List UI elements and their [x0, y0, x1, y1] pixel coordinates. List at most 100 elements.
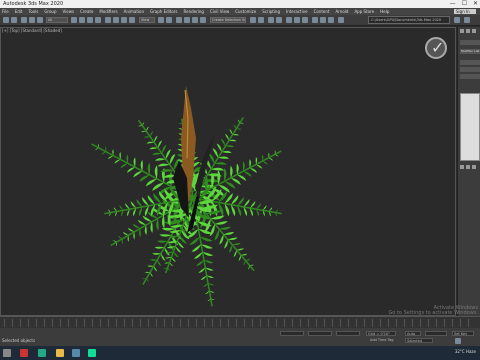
schematic-view-icon[interactable]: [294, 17, 300, 23]
percent-snap-icon[interactable]: [192, 17, 198, 23]
start-icon[interactable]: [3, 349, 11, 357]
command-row-3[interactable]: [460, 67, 480, 72]
modifier-stack[interactable]: [460, 93, 480, 161]
timeline[interactable]: [0, 316, 480, 328]
material-editor-icon[interactable]: [302, 17, 308, 23]
photos-taskbar-icon[interactable]: [72, 349, 80, 357]
menu-civil-view[interactable]: Civil View: [210, 8, 229, 15]
menu-file[interactable]: File: [2, 8, 9, 15]
workspace-icon[interactable]: [454, 17, 460, 23]
create-tab-icon[interactable]: [460, 29, 464, 33]
timeline-tick: [76, 319, 77, 327]
frond-leaflet: [205, 290, 210, 295]
pivot-icon[interactable]: [158, 17, 164, 23]
menu-arnold[interactable]: Arnold: [335, 8, 348, 15]
menu-group[interactable]: Group: [44, 8, 56, 15]
options-icon[interactable]: [464, 17, 470, 23]
scene-explorer-icon[interactable]: [276, 17, 282, 23]
link-icon[interactable]: [21, 17, 27, 23]
modify-tab-icon[interactable]: [466, 29, 470, 33]
select-icon[interactable]: [71, 17, 77, 23]
bind-icon[interactable]: [37, 17, 43, 23]
key-filter-dropdown[interactable]: Selected: [405, 338, 433, 343]
region-select-icon[interactable]: [87, 17, 93, 23]
menu-edit[interactable]: Edit: [15, 8, 23, 15]
frond-leaflet: [268, 207, 273, 212]
render-setup-icon[interactable]: [312, 17, 318, 23]
show-end-result-icon[interactable]: [466, 165, 470, 169]
manipulate-icon[interactable]: [166, 17, 172, 23]
command-row-4[interactable]: [460, 74, 480, 79]
frond-leaflet: [136, 199, 143, 207]
redo-icon[interactable]: [11, 17, 17, 23]
reference-coord-dropdown[interactable]: View: [139, 17, 155, 23]
menu-scripting[interactable]: Scripting: [262, 8, 280, 15]
object-name-field[interactable]: [460, 40, 480, 45]
window-crossing-icon[interactable]: [95, 17, 101, 23]
viewport-top[interactable]: [+] [Top] [Standard] [Shaded]: [0, 27, 456, 316]
sign-in-button[interactable]: Sign In: [454, 9, 476, 14]
move-icon[interactable]: [105, 17, 111, 23]
max-taskbar-icon[interactable]: [20, 349, 28, 357]
unlink-icon[interactable]: [29, 17, 35, 23]
explorer-taskbar-icon[interactable]: [56, 349, 64, 357]
selection-filter-dropdown[interactable]: All: [46, 17, 68, 23]
frond-leaflet: [164, 247, 170, 256]
menu-graph-editors[interactable]: Graph Editors: [150, 8, 177, 15]
add-key-icon[interactable]: [455, 338, 461, 344]
command-row-2[interactable]: [460, 60, 480, 65]
pin-stack-icon[interactable]: [460, 165, 464, 169]
menu-modifiers[interactable]: Modifiers: [99, 8, 117, 15]
spinner-snap-icon[interactable]: [200, 17, 206, 23]
minimize-button[interactable]: —: [450, 0, 456, 8]
browser-taskbar-icon[interactable]: [38, 349, 46, 357]
menu-animation[interactable]: Animation: [124, 8, 144, 15]
frond-leaflet: [150, 221, 153, 233]
align-icon[interactable]: [258, 17, 264, 23]
menu-customize[interactable]: Customize: [235, 8, 256, 15]
auto-key-button[interactable]: Auto: [405, 331, 421, 336]
menu-interactive[interactable]: Interactive: [286, 8, 308, 15]
curve-editor-icon[interactable]: [286, 17, 292, 23]
frond-leaflet: [169, 153, 176, 165]
menu-content[interactable]: Content: [314, 8, 330, 15]
rotate-icon[interactable]: [113, 17, 119, 23]
angle-snap-icon[interactable]: [184, 17, 190, 23]
menu-tools[interactable]: Tools: [28, 8, 38, 15]
menu-views[interactable]: Views: [63, 8, 75, 15]
placement-icon[interactable]: [129, 17, 135, 23]
weather-tray[interactable]: 32°C Haze: [455, 349, 476, 354]
frond-leaflet: [237, 197, 244, 206]
menu-rendering[interactable]: Rendering: [184, 8, 204, 15]
snaps-toggle-icon[interactable]: [176, 17, 182, 23]
add-time-tag-button[interactable]: Add Time Tag: [370, 338, 394, 342]
undo-icon[interactable]: [3, 17, 9, 23]
menu-create[interactable]: Create: [80, 8, 93, 15]
project-path-field[interactable]: C:\Users\GPU\Documents\3ds Max 2020: [368, 16, 450, 24]
frond-leaflet: [202, 252, 214, 257]
configure-modifier-icon[interactable]: [472, 165, 476, 169]
render-frame-icon[interactable]: [320, 17, 326, 23]
frond-leaflet: [139, 174, 150, 182]
y-coordinate-field[interactable]: [308, 331, 332, 336]
modifier-list-dropdown[interactable]: Modifier List: [460, 49, 480, 54]
render-icon[interactable]: [328, 17, 334, 23]
z-coordinate-field[interactable]: [336, 331, 360, 336]
play-controls[interactable]: [425, 331, 447, 336]
ai-assistant-icon[interactable]: [338, 17, 344, 23]
scale-icon[interactable]: [121, 17, 127, 23]
layer-icon[interactable]: [268, 17, 274, 23]
menu-app-store[interactable]: App Store: [354, 8, 374, 15]
menu-help[interactable]: Help: [380, 8, 389, 15]
window-controls: — ☐ ✕: [450, 0, 478, 8]
hierarchy-tab-icon[interactable]: [472, 29, 476, 33]
select-by-name-icon[interactable]: [79, 17, 85, 23]
set-key-button[interactable]: Set Key: [452, 331, 474, 336]
close-button[interactable]: ✕: [473, 0, 478, 8]
maximize-button[interactable]: ☐: [462, 0, 467, 8]
named-selection-dropdown[interactable]: Create Selection Se: [210, 17, 246, 23]
x-coordinate-field[interactable]: [280, 331, 304, 336]
mirror-icon[interactable]: [250, 17, 256, 23]
app-taskbar-icon[interactable]: [88, 349, 96, 357]
fern-model[interactable]: [1, 28, 456, 316]
